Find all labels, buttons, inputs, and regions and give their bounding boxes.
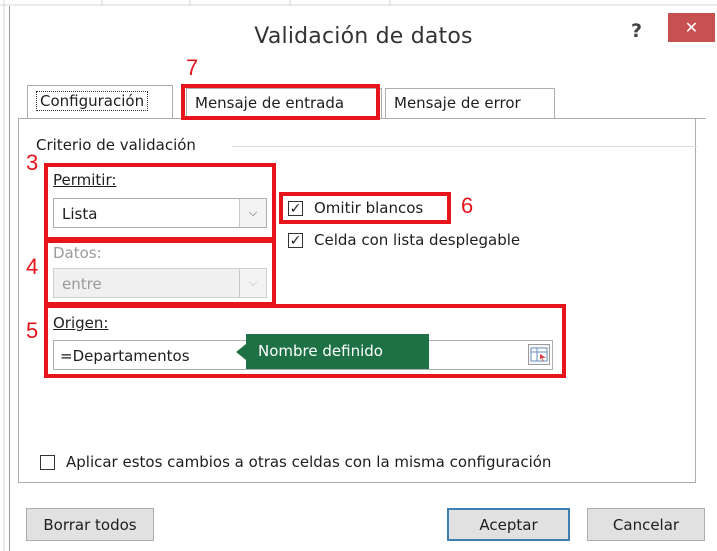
- clear-all-button[interactable]: Borrar todos: [26, 508, 154, 541]
- tab-configuracion[interactable]: Configuración: [27, 85, 173, 119]
- tab-label: Mensaje de error: [394, 94, 521, 112]
- dialog-title: Validación de datos: [254, 24, 473, 49]
- annotation-number-7: 7: [186, 55, 199, 80]
- apply-all-label: Aplicar estos cambios a otras celdas con…: [66, 453, 552, 471]
- annotation-box-7: [181, 84, 380, 120]
- annotation-box-4: [44, 237, 276, 306]
- cancel-button[interactable]: Cancelar: [587, 508, 705, 541]
- in-cell-dropdown-checkbox[interactable]: ✓: [288, 233, 303, 248]
- ok-button[interactable]: Aceptar: [447, 508, 570, 541]
- tab-label: Configuración: [36, 91, 149, 111]
- ok-label: Aceptar: [479, 515, 538, 534]
- annotation-box-5: [44, 304, 566, 378]
- annotation-box-3: [44, 163, 276, 243]
- annotation-box-6: [279, 192, 451, 224]
- annotation-number-6: 6: [461, 193, 474, 218]
- apply-all-checkbox[interactable]: [40, 455, 55, 470]
- close-icon: ✕: [684, 18, 699, 37]
- group-divider: [232, 146, 697, 147]
- help-icon[interactable]: ?: [631, 20, 642, 42]
- tab-mensaje-error[interactable]: Mensaje de error: [385, 88, 555, 118]
- clear-all-label: Borrar todos: [43, 515, 137, 534]
- checkmark-icon: ✓: [289, 232, 302, 249]
- close-button[interactable]: ✕: [668, 13, 715, 42]
- in-cell-dropdown-label: Celda con lista desplegable: [314, 231, 521, 249]
- cancel-label: Cancelar: [612, 515, 680, 534]
- annotation-number-4: 4: [26, 254, 39, 279]
- annotation-number-5: 5: [26, 318, 39, 343]
- annotation-number-3: 3: [26, 150, 39, 175]
- group-label: Criterio de validación: [36, 136, 196, 154]
